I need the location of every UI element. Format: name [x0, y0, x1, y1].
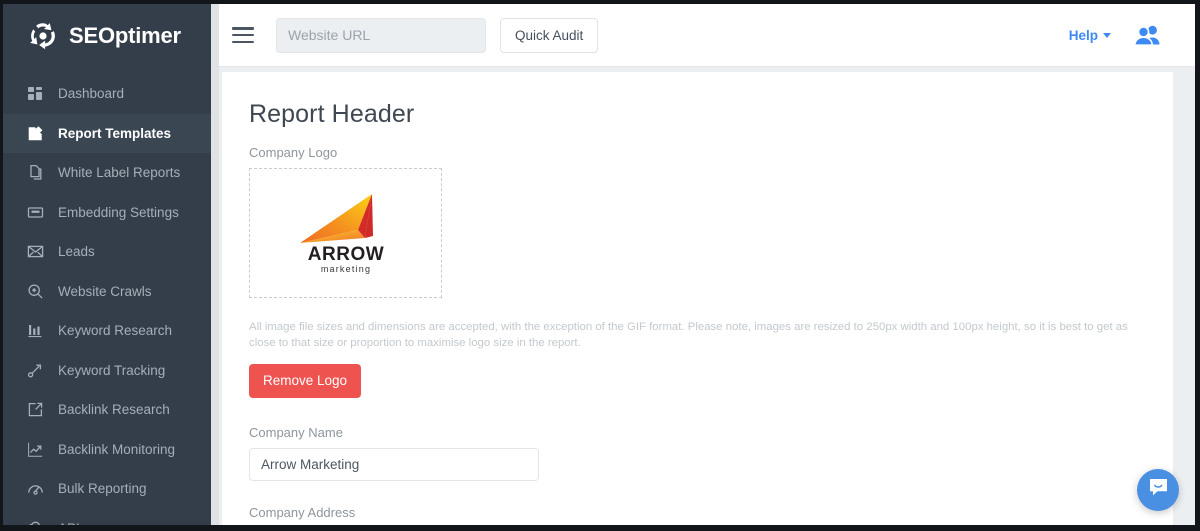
- logo-help-text: All image file sizes and dimensions are …: [249, 321, 1128, 349]
- website-url-input[interactable]: [276, 17, 486, 53]
- sidebar-item-label: Keyword Research: [58, 323, 173, 339]
- grid-icon: [27, 85, 44, 102]
- sidebar-item-keyword-research[interactable]: Keyword Research: [3, 311, 211, 351]
- gauge-icon: [27, 480, 44, 497]
- people-icon[interactable]: [1133, 23, 1161, 47]
- sidebar-item-label: Dashboard: [58, 86, 125, 102]
- sidebar-item-label: Bulk Reporting: [58, 481, 147, 497]
- brand-logo[interactable]: SEOptimer: [3, 4, 211, 68]
- magnifier-plus-icon: [27, 283, 44, 300]
- sidebar-item-website-crawls[interactable]: Website Crawls: [3, 272, 211, 312]
- window-edge-top: [0, 0, 1200, 4]
- sidebar-item-embedding-settings[interactable]: Embedding Settings: [3, 193, 211, 233]
- arrow-marketing-logo-icon: ARROW marketing: [286, 190, 406, 276]
- help-label: Help: [1068, 27, 1098, 43]
- page-title: Report Header: [249, 100, 415, 128]
- sidebar-item-dashboard[interactable]: Dashboard: [3, 74, 211, 114]
- sidebar-item-label: Backlink Monitoring: [58, 441, 176, 457]
- sidebar: SEOptimer Dashboard Report Templates Whi: [3, 4, 211, 526]
- external-link-icon: [27, 401, 44, 418]
- sidebar-item-bulk-reporting[interactable]: Bulk Reporting: [3, 469, 211, 509]
- line-chart-icon: [27, 441, 44, 458]
- top-bar: Quick Audit Help: [219, 4, 1195, 67]
- svg-text:marketing: marketing: [320, 264, 370, 274]
- window-edge-right: [1195, 0, 1200, 531]
- sidebar-item-label: White Label Reports: [58, 165, 181, 181]
- sidebar-item-leads[interactable]: Leads: [3, 232, 211, 272]
- company-name-field-group: Company Name: [249, 425, 1147, 481]
- company-name-input[interactable]: [249, 448, 539, 481]
- copy-files-icon: [27, 164, 44, 181]
- sidebar-item-label: Keyword Tracking: [58, 362, 166, 378]
- company-address-label: Company Address: [249, 505, 356, 520]
- sidebar-nav: Dashboard Report Templates White Label R…: [3, 68, 211, 526]
- hamburger-icon[interactable]: [232, 27, 254, 43]
- svg-text:ARROW: ARROW: [307, 244, 383, 265]
- bar-chart-icon: [27, 322, 44, 339]
- app-root: SEOptimer Dashboard Report Templates Whi: [0, 0, 1200, 531]
- chat-bubble-icon: [1148, 477, 1169, 503]
- quick-audit-button[interactable]: Quick Audit: [500, 17, 599, 53]
- main-content-card: Report Header Company Logo ARROW marketi…: [222, 72, 1173, 531]
- sidebar-item-label: Report Templates: [58, 125, 172, 141]
- company-name-label: Company Name: [249, 425, 343, 440]
- embed-box-icon: [27, 204, 44, 221]
- edit-document-icon: [27, 125, 44, 142]
- brand-name: SEOptimer: [69, 23, 181, 48]
- top-bar-right: Help: [1069, 23, 1195, 47]
- sidebar-item-label: Backlink Research: [58, 402, 170, 418]
- sidebar-item-report-templates[interactable]: Report Templates: [3, 113, 211, 153]
- sidebar-item-keyword-tracking[interactable]: Keyword Tracking: [3, 351, 211, 391]
- sidebar-item-white-label-reports[interactable]: White Label Reports: [3, 153, 211, 193]
- company-logo-dropzone[interactable]: ARROW marketing: [249, 168, 442, 298]
- help-menu[interactable]: Help: [1069, 28, 1111, 43]
- sidebar-scroll-gutter[interactable]: [211, 4, 219, 526]
- sidebar-item-backlink-monitoring[interactable]: Backlink Monitoring: [3, 430, 211, 470]
- sidebar-item-label: Embedding Settings: [58, 204, 179, 220]
- caret-down-icon: [1103, 32, 1111, 38]
- window-edge-bottom: [0, 525, 1200, 531]
- sidebar-item-label: Leads: [58, 244, 95, 260]
- envelope-icon: [27, 243, 44, 260]
- company-logo-label: Company Logo: [249, 145, 338, 160]
- chat-launcher-button[interactable]: [1137, 469, 1179, 511]
- window-edge-left: [0, 0, 3, 531]
- remove-logo-button[interactable]: Remove Logo: [249, 364, 362, 398]
- seoptimer-gear-arrow-logo-icon: [27, 20, 59, 52]
- content-scrollbar[interactable]: [1185, 67, 1195, 526]
- sidebar-item-label: Website Crawls: [58, 283, 152, 299]
- sidebar-item-api[interactable]: API: [3, 509, 211, 526]
- sidebar-item-backlink-research[interactable]: Backlink Research: [3, 390, 211, 430]
- trend-dots-icon: [27, 362, 44, 379]
